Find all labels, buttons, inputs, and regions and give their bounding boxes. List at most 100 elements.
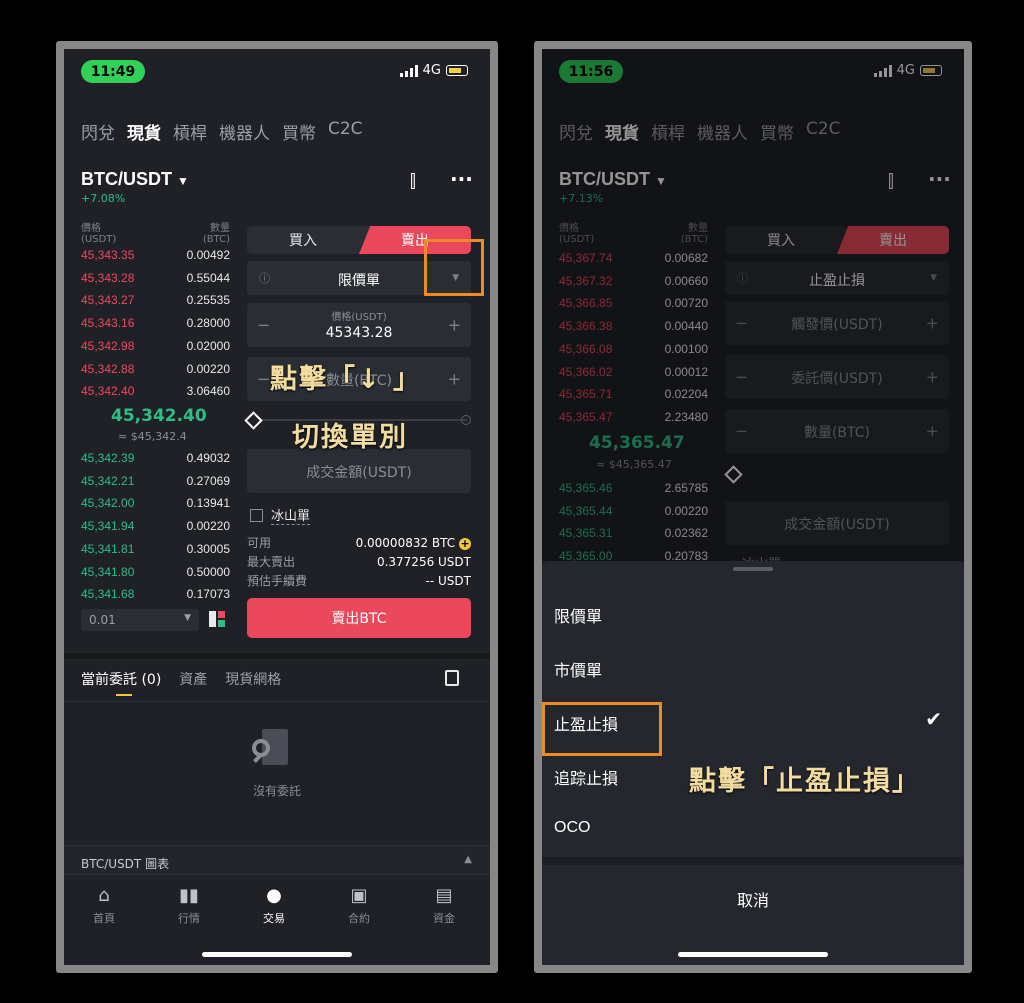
network-label: 4G [422, 63, 441, 78]
nav-funds[interactable]: ▤ 資金 [414, 885, 474, 926]
annotation-click-stop-limit: 點擊「止盈止損」 [689, 766, 921, 797]
chart-toggle-label: BTC/USDT 圖表 [81, 857, 170, 871]
option-limit[interactable]: 限價單 [554, 603, 602, 627]
ask-price: 45,342.88 [81, 361, 135, 376]
bid-row[interactable]: 45,342.39 0.49032 [81, 451, 230, 465]
bottom-nav: ⌂ 首頁 ▮▮ 行情 ● 交易 ▣ 合約 ▤ 資金 [64, 874, 490, 965]
ask-price: 45,343.16 [81, 316, 135, 331]
ask-price: 45,342.98 [81, 338, 135, 353]
bid-row[interactable]: 45,341.80 0.50000 [81, 565, 230, 579]
ask-row[interactable]: 45,343.28 0.55044 [81, 271, 230, 285]
iceberg-checkbox[interactable]: 冰山單 [250, 505, 311, 525]
bid-price: 45,342.39 [81, 451, 135, 465]
bid-row[interactable]: 45,342.21 0.27069 [81, 474, 230, 488]
ask-price: 45,343.35 [81, 248, 135, 262]
ask-row[interactable]: 45,343.16 0.28000 [81, 316, 230, 330]
tab-bot[interactable]: 機器人 [219, 119, 270, 144]
pair-selector[interactable]: BTC/USDT ▼ [81, 169, 189, 190]
left-screen: 11:49 4G 閃兌 現貨 槓桿 機器人 買幣 C2C BTC/USDT ▼ … [64, 49, 490, 965]
nav-trade-label: 交易 [263, 912, 285, 925]
plus-icon[interactable]: + [448, 370, 461, 389]
ask-row[interactable]: 45,343.27 0.25535 [81, 293, 230, 307]
orderbook-layout-icon[interactable] [209, 611, 225, 627]
wallet-icon: ▤ [435, 885, 453, 906]
bid-qty: 0.50000 [186, 564, 230, 579]
pair-label: BTC/USDT [81, 169, 172, 189]
price-change: +7.08% [81, 192, 126, 205]
price-field-value: 45343.28 [325, 325, 393, 341]
tab-margin[interactable]: 槓桿 [173, 119, 207, 144]
option-market[interactable]: 市價單 [554, 657, 602, 681]
ob-qty-header: 數量 [210, 223, 230, 234]
ob-price-header: 價格 [81, 223, 101, 234]
right-screen: 11:56 4G 閃兌 現貨 槓桿 機器人 買幣 C2C BTC/USDT ▼ … [542, 49, 964, 965]
available-label: 可用 [247, 536, 272, 550]
more-icon[interactable]: ··· [450, 167, 473, 191]
nav-funds-label: 資金 [433, 912, 455, 925]
sheet-grabber[interactable] [733, 567, 773, 571]
empty-orders-label: 沒有委託 [252, 784, 301, 798]
bid-price: 45,341.94 [81, 519, 135, 534]
tab-open-orders[interactable]: 當前委託 (0) [81, 669, 161, 689]
last-price-fiat: ≈ $45,342.4 [118, 430, 187, 443]
tab-convert[interactable]: 閃兌 [81, 119, 115, 144]
ask-qty: 0.28000 [186, 316, 230, 331]
tab-buy-crypto[interactable]: 買幣 [282, 119, 316, 144]
tab-spot-grid[interactable]: 現貨網格 [225, 669, 281, 689]
ask-row[interactable]: 45,342.40 3.06460 [81, 384, 230, 398]
status-time: 11:49 [81, 60, 145, 83]
bid-row[interactable]: 45,341.68 0.17073 [81, 587, 230, 601]
add-funds-icon[interactable]: + [459, 538, 471, 550]
iceberg-label: 冰山單 [271, 505, 311, 525]
caret-down-icon: ▼ [177, 174, 189, 188]
tab-underline [116, 694, 132, 696]
signal-icon [399, 64, 418, 77]
sell-btc-button[interactable]: 賣出BTC [247, 598, 471, 638]
tab-spot[interactable]: 現貨 [127, 119, 161, 144]
option-trailing-stop[interactable]: 追踪止損 [554, 765, 618, 789]
nav-futures[interactable]: ▣ 合約 [329, 885, 389, 926]
order-history-icon[interactable] [445, 670, 459, 686]
cancel-button[interactable]: 取消 [542, 887, 964, 911]
tab-assets[interactable]: 資產 [179, 669, 207, 689]
candlestick-icon[interactable]: ⫿ [410, 171, 416, 192]
bid-row[interactable]: 45,341.81 0.30005 [81, 542, 230, 556]
empty-orders-icon [252, 729, 292, 773]
nav-trade[interactable]: ● 交易 [244, 885, 304, 926]
checkmark-icon: ✔ [925, 707, 942, 731]
bid-row[interactable]: 45,342.00 0.13941 [81, 496, 230, 510]
ask-row[interactable]: 45,342.88 0.00220 [81, 362, 230, 376]
tab-c2c[interactable]: C2C [328, 119, 363, 144]
bid-price: 45,342.00 [81, 496, 135, 511]
bid-qty: 0.00220 [186, 519, 230, 534]
ask-row[interactable]: 45,342.98 0.02000 [81, 339, 230, 353]
ask-price: 45,342.40 [81, 384, 135, 399]
left-phone-frame: 11:49 4G 閃兌 現貨 槓桿 機器人 買幣 C2C BTC/USDT ▼ … [56, 41, 498, 973]
futures-icon: ▣ [350, 885, 368, 906]
option-oco[interactable]: OCO [554, 819, 590, 837]
bid-row[interactable]: 45,341.94 0.00220 [81, 519, 230, 533]
nav-markets[interactable]: ▮▮ 行情 [159, 885, 219, 926]
checkbox-icon[interactable] [250, 508, 263, 522]
plus-icon[interactable]: + [448, 316, 461, 335]
price-field[interactable]: − 價格(USDT) 45343.28 + [247, 303, 471, 347]
slider-handle[interactable] [244, 411, 263, 430]
caret-down-icon: ▼ [184, 613, 191, 623]
amount-field[interactable]: 成交金額(USDT) [247, 449, 471, 493]
modal-backdrop[interactable] [542, 49, 964, 561]
bid-price: 45,341.68 [81, 587, 135, 602]
bid-qty: 0.13941 [186, 496, 230, 511]
annotation-click-dropdown: 點擊「↓ 」 [270, 364, 423, 395]
sheet-divider [542, 857, 964, 865]
caret-up-icon[interactable]: ▲ [464, 854, 472, 865]
nav-home[interactable]: ⌂ 首頁 [74, 885, 134, 926]
ask-price: 45,343.28 [81, 270, 135, 285]
depth-select[interactable]: 0.01 ▼ [81, 609, 199, 631]
ask-row[interactable]: 45,343.35 0.00492 [81, 248, 230, 262]
fee-value: -- USDT [425, 574, 471, 588]
buy-tab[interactable]: 買入 [247, 226, 359, 254]
highlight-stop-limit-box [542, 702, 662, 756]
ask-qty: 0.00220 [186, 361, 230, 376]
max-sell-label: 最大賣出 [247, 555, 296, 569]
orders-tabs: 當前委託 (0) 資產 現貨網格 [81, 669, 281, 689]
